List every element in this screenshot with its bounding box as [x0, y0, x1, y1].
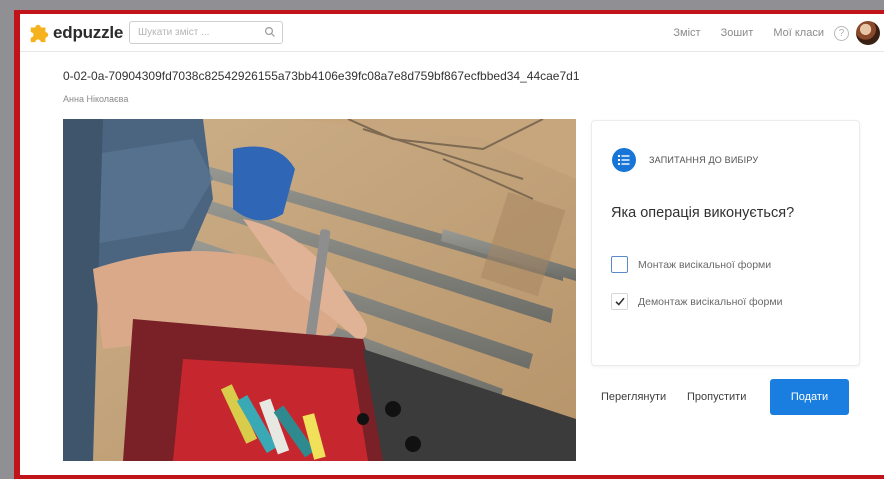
search-box[interactable] [129, 21, 283, 44]
video-title: 0-02-0a-70904309fd7038c82542926155a73bb4… [63, 69, 580, 83]
option-dismount[interactable]: Демонтаж висікальної форми [611, 293, 782, 310]
option-label: Монтаж висікальної форми [638, 258, 772, 271]
search-input[interactable] [130, 22, 260, 43]
option-mount[interactable]: Монтаж висікальної форми [611, 256, 771, 273]
video-author: Анна Ніколаєва [63, 94, 129, 104]
option-checkbox[interactable] [611, 293, 628, 310]
option-checkbox[interactable] [611, 256, 628, 273]
option-label: Демонтаж висікальної форми [638, 295, 783, 308]
edpuzzle-page: edpuzzle Зміст Зошит Мої класи ? 0-02-0a… [20, 14, 884, 475]
logo[interactable]: edpuzzle [28, 22, 123, 44]
search-icon[interactable] [264, 26, 276, 38]
question-type-label: ЗАПИТАННЯ ДО ВИБІРУ [649, 155, 759, 165]
video-player[interactable] [63, 119, 576, 461]
avatar[interactable] [856, 21, 880, 45]
nav-content[interactable]: Зміст [673, 27, 700, 39]
video-frame-image [63, 119, 576, 461]
top-nav: Зміст Зошит Мої класи ? [673, 14, 884, 52]
skip-button[interactable]: Пропустити [687, 391, 746, 403]
question-card: ЗАПИТАННЯ ДО ВИБІРУ Яка операція виконує… [591, 120, 860, 366]
top-bar: edpuzzle Зміст Зошит Мої класи ? [20, 14, 884, 52]
question-text: Яка операція виконується? [611, 205, 795, 221]
list-icon [612, 148, 636, 172]
puzzle-logo-icon [30, 24, 49, 43]
help-icon[interactable]: ? [834, 25, 849, 41]
checkmark-icon [614, 297, 625, 306]
nav-gradebook[interactable]: Зошит [721, 27, 754, 39]
submit-button[interactable]: Подати [770, 379, 849, 415]
nav-my-classes[interactable]: Мої класи [773, 27, 824, 39]
brand-name: edpuzzle [53, 23, 124, 42]
review-button[interactable]: Переглянути [601, 391, 666, 403]
